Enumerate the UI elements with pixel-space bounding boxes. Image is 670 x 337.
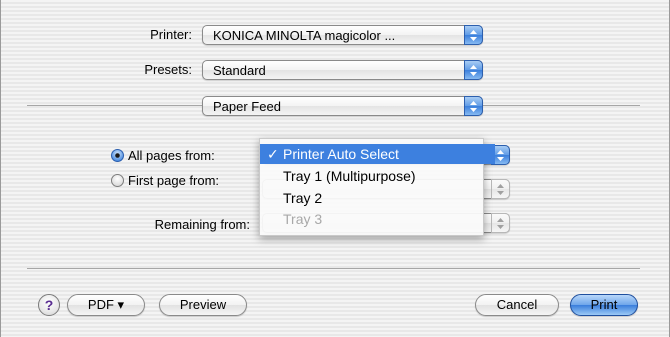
presets-popup[interactable]: Standard xyxy=(202,60,483,80)
popup-arrows-icon xyxy=(491,179,510,199)
popup-arrows-icon xyxy=(464,25,483,45)
menu-item-tray-2[interactable]: Tray 2 xyxy=(260,188,483,208)
panel-popup[interactable]: Paper Feed xyxy=(202,96,483,116)
printer-value: KONICA MINOLTA magicolor ... xyxy=(213,28,396,43)
help-icon: ? xyxy=(44,297,54,313)
checkmark-icon: ✓ xyxy=(267,146,279,162)
tray-dropdown-menu: ✓ Printer Auto Select Tray 1 (Multipurpo… xyxy=(259,138,495,236)
printer-popup[interactable]: KONICA MINOLTA magicolor ... xyxy=(202,25,483,45)
window-left-edge xyxy=(0,0,1,337)
panel-value: Paper Feed xyxy=(213,99,281,114)
popup-arrows-icon xyxy=(491,213,510,233)
presets-label: Presets: xyxy=(144,62,192,77)
menu-item-printer-auto-select[interactable]: ✓ Printer Auto Select xyxy=(260,144,495,164)
menu-item-tray-3: Tray 3 xyxy=(260,209,483,229)
pdf-button-label: PDF ▾ xyxy=(87,297,125,312)
first-page-label: First page from: xyxy=(128,173,220,188)
bottom-separator xyxy=(27,268,640,269)
menu-item-label: Tray 3 xyxy=(283,211,323,227)
menu-item-label: Tray 2 xyxy=(283,190,323,206)
all-pages-radio[interactable] xyxy=(111,149,124,162)
printer-label: Printer: xyxy=(150,27,192,42)
panel-separator-right xyxy=(483,105,640,106)
panel-separator-left xyxy=(27,105,202,106)
preview-button[interactable]: Preview xyxy=(159,294,247,316)
popup-arrows-icon xyxy=(464,60,483,80)
cancel-button[interactable]: Cancel xyxy=(475,294,559,316)
preview-button-label: Preview xyxy=(179,297,227,312)
presets-value: Standard xyxy=(213,63,266,78)
menu-item-label: Tray 1 (Multipurpose) xyxy=(283,168,416,184)
first-page-radio[interactable] xyxy=(111,174,124,187)
print-button[interactable]: Print xyxy=(570,294,638,316)
popup-arrows-icon xyxy=(464,96,483,116)
pdf-button[interactable]: PDF ▾ xyxy=(67,294,145,316)
help-button[interactable]: ? xyxy=(38,294,60,316)
remaining-label: Remaining from: xyxy=(154,217,250,232)
menu-item-tray-1[interactable]: Tray 1 (Multipurpose) xyxy=(260,166,483,186)
cancel-button-label: Cancel xyxy=(496,297,538,312)
menu-item-label: Printer Auto Select xyxy=(283,146,399,162)
all-pages-label: All pages from: xyxy=(128,148,215,163)
print-button-label: Print xyxy=(590,297,618,312)
